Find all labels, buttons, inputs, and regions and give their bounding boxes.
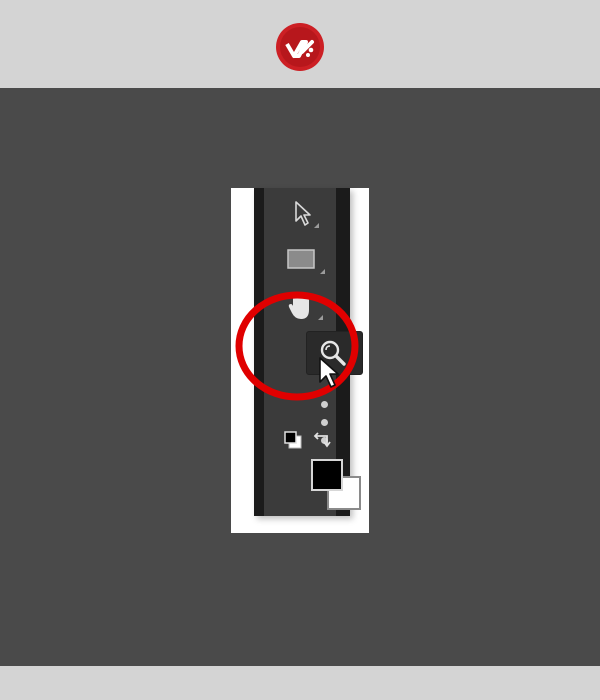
top-banner [0, 0, 600, 88]
foreground-color-swatch[interactable] [311, 459, 343, 491]
highlight-circle [235, 291, 359, 401]
swap-colors-button[interactable] [313, 430, 333, 448]
default-colors-button[interactable] [284, 431, 302, 449]
move-tool-button[interactable] [294, 201, 319, 228]
rectangle-icon [287, 249, 315, 269]
submenu-indicator-icon [320, 269, 325, 274]
cursor-arrow-icon [295, 201, 311, 226]
swap-colors-icon [313, 432, 331, 448]
mouse-pointer-icon [319, 357, 339, 388]
rectangle-tool-button[interactable] [287, 249, 325, 274]
more-icon-dot [321, 419, 328, 426]
more-icon [321, 401, 328, 408]
brand-logo-icon [276, 23, 324, 71]
submenu-indicator-icon [314, 223, 319, 228]
default-colors-icon [284, 431, 302, 449]
bottom-banner [0, 666, 600, 700]
